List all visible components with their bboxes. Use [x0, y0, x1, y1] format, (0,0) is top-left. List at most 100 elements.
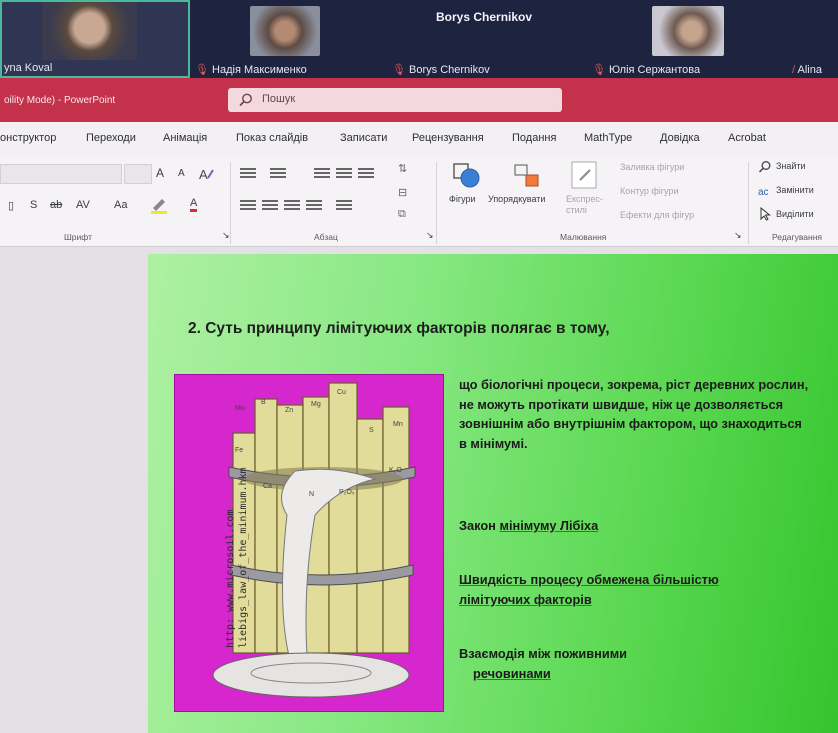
replace-button[interactable]: Замінити	[776, 185, 814, 195]
barrel-staves	[232, 382, 410, 654]
select-icon	[760, 207, 771, 221]
columns-icon[interactable]	[336, 200, 352, 210]
bullets-icon[interactable]	[240, 168, 256, 178]
align-center-icon[interactable]	[262, 200, 278, 210]
rate-text-block[interactable]: Швидкість процесу обмежена більшістю лім…	[459, 570, 719, 610]
shapes-icon[interactable]	[452, 162, 482, 190]
increase-indent-icon[interactable]	[336, 168, 352, 178]
slide-title[interactable]: 2. Суть принципу лімітуючих факторів пол…	[188, 320, 610, 338]
participant-name: yna Koval	[4, 62, 53, 74]
underline-button[interactable]: S	[30, 199, 37, 211]
border-button[interactable]: ▯	[8, 199, 14, 212]
participant-tile[interactable]: / Alina	[792, 0, 838, 78]
mic-off-icon: 🎙	[195, 64, 209, 76]
law-minimum-line[interactable]: Закон мінімуму Лібіха	[459, 516, 598, 536]
find-button[interactable]: Знайти	[776, 161, 806, 171]
slide-canvas[interactable]: 2. Суть принципу лімітуючих факторів пол…	[148, 254, 838, 733]
stave-label: K₂O	[389, 467, 402, 474]
paragraph-group-label: Абзац	[314, 232, 338, 242]
drawing-dialog-launcher[interactable]: ↘	[734, 230, 742, 241]
align-left-icon[interactable]	[240, 200, 256, 210]
participant-name: 🎙 Надія Максименко	[195, 63, 307, 76]
tab-mathtype[interactable]: MathType	[584, 132, 632, 144]
svg-text:ac: ac	[758, 187, 769, 198]
tab-animations[interactable]: Анімація	[163, 132, 207, 144]
align-right-icon[interactable]	[284, 200, 300, 210]
stave-label: B	[261, 399, 266, 406]
participant-video	[250, 6, 320, 56]
mic-off-icon: 🎙	[592, 64, 606, 76]
decrease-indent-icon[interactable]	[314, 168, 330, 178]
app-title-bar: oility Mode) - PowerPoint Пошук	[0, 78, 838, 122]
participant-name: 🎙 Юлія Сержантова	[592, 63, 700, 76]
font-dialog-launcher[interactable]: ↘	[222, 230, 230, 241]
tab-transitions[interactable]: Переходи	[86, 132, 136, 144]
svg-text:A: A	[199, 167, 208, 182]
liebig-barrel-picture[interactable]: Mo B Zn Mg Cu S Mn Fe Ca N P₂O₅ K₂O http…	[174, 374, 444, 712]
clear-formatting-icon[interactable]: A	[198, 166, 216, 182]
interaction-line: речовинами	[473, 666, 551, 681]
tab-acrobat[interactable]: Acrobat	[728, 132, 766, 144]
participant-tile[interactable]: 🎙 Юлія Сержантова	[592, 0, 792, 78]
search-box[interactable]: Пошук	[228, 88, 562, 112]
participant-name-text: Borys Chernikov	[409, 64, 490, 76]
participant-video	[652, 6, 724, 56]
participant-name: 🎙 Borys Chernikov	[392, 63, 490, 76]
video-call-strip: yna Koval 🎙 Надія Максименко Borys Chern…	[0, 0, 838, 78]
participant-name: / Alina	[792, 64, 822, 76]
group-separator	[748, 162, 749, 244]
justify-icon[interactable]	[306, 200, 322, 210]
tab-review[interactable]: Рецензування	[412, 132, 484, 144]
search-placeholder: Пошук	[262, 93, 296, 105]
participant-tile[interactable]: Borys Chernikov 🎙 Borys Chernikov	[392, 0, 592, 78]
smartart-icon[interactable]: ⧉	[398, 208, 406, 221]
stave-label: S	[369, 427, 374, 434]
water-puddle	[212, 652, 410, 698]
editing-group-label: Редагування	[772, 232, 823, 242]
line-spacing-icon[interactable]	[358, 168, 374, 178]
shapes-button[interactable]: Фігури	[449, 194, 476, 204]
arrange-icon[interactable]	[512, 162, 542, 190]
text-direction-icon[interactable]: ⇅	[398, 162, 407, 175]
tab-record[interactable]: Записати	[340, 132, 387, 144]
arrange-button[interactable]: Упорядкувати	[488, 194, 545, 204]
change-case-button[interactable]: Aa	[114, 199, 127, 211]
grow-font-button[interactable]: A	[156, 166, 164, 180]
font-size-dropdown[interactable]	[124, 164, 152, 184]
shape-fill-button[interactable]: Заливка фігури	[620, 162, 684, 172]
select-button[interactable]: Виділити	[776, 209, 814, 219]
rate-line: Швидкість процесу обмежена більшістю	[459, 572, 719, 587]
font-color-button[interactable]: A	[190, 197, 198, 212]
participant-tile[interactable]: 🎙 Надія Максименко	[195, 0, 380, 78]
mic-off-icon: /	[792, 64, 796, 76]
participant-tile[interactable]: yna Koval	[0, 0, 190, 78]
tab-view[interactable]: Подання	[512, 132, 556, 144]
highlight-icon[interactable]	[150, 196, 170, 214]
quick-styles-button[interactable]: Експрес-стилі	[566, 194, 608, 216]
shrink-font-button[interactable]: A	[178, 168, 185, 179]
watermark-line: liebigs_law_of_the_minimum.hkm	[238, 467, 249, 648]
window-title: oility Mode) - PowerPoint	[4, 95, 116, 106]
tab-help[interactable]: Довідка	[660, 132, 700, 144]
paragraph-dialog-launcher[interactable]: ↘	[426, 230, 434, 241]
search-icon	[239, 93, 252, 107]
shape-effects-button[interactable]: Ефекти для фігур	[620, 210, 694, 220]
slide-body-text[interactable]: що біологічні процеси, зокрема, ріст дер…	[459, 375, 809, 453]
interaction-text-block[interactable]: Взаємодія між поживними речовинами	[459, 644, 627, 684]
align-text-icon[interactable]: ⊟	[398, 186, 407, 199]
char-spacing-button[interactable]: AV	[76, 199, 90, 211]
shape-outline-button[interactable]: Контур фігури	[620, 186, 678, 196]
stave-label: Zn	[285, 407, 294, 414]
active-speaker-name: Borys Chernikov	[436, 10, 533, 24]
picture-watermark: http: www.microsoil.com liebigs_law_of_t…	[224, 428, 250, 648]
stave-label: Mo	[235, 405, 245, 412]
font-name-dropdown[interactable]	[0, 164, 122, 184]
numbering-icon[interactable]	[270, 168, 286, 178]
watermark-line: http: www.microsoil.com	[225, 509, 236, 648]
interaction-line: Взаємодія між поживними	[459, 646, 628, 661]
strikethrough-button[interactable]: ab	[50, 199, 62, 211]
tab-slideshow[interactable]: Показ слайдів	[236, 132, 308, 144]
quick-styles-icon[interactable]	[570, 160, 600, 192]
tab-design[interactable]: онструктор	[0, 132, 56, 144]
law-prefix: Закон	[459, 518, 500, 533]
